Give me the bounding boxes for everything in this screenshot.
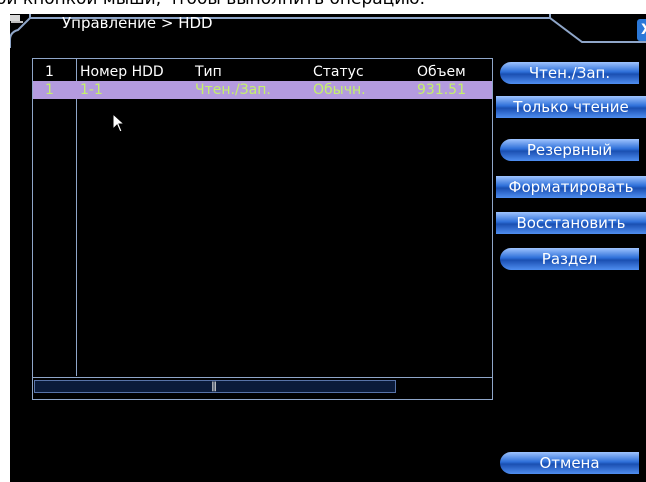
row-size: 931.51	[417, 82, 466, 98]
instruction-caption: ой кнопкой мыши, чтобы выполнить операци…	[0, 0, 646, 14]
partition-button[interactable]: Раздел	[500, 248, 639, 270]
header-status: Статус	[313, 64, 364, 80]
header-index: 1	[45, 64, 54, 80]
close-button[interactable]: X	[637, 19, 646, 41]
row-index: 1	[45, 82, 54, 98]
monitor-icon	[10, 15, 23, 23]
row-status: Обычн.	[313, 82, 366, 98]
window-titlebar: Управление > HDD X	[10, 14, 646, 48]
table-row[interactable]: 1 1-1 Чтен./Зап. Обычн. 931.51	[33, 81, 492, 99]
header-type: Тип	[195, 64, 222, 80]
instruction-text: ой кнопкой мыши, чтобы выполнить операци…	[0, 0, 425, 9]
read-only-button[interactable]: Только чтение	[496, 96, 646, 118]
row-type: Чтен./Зап.	[195, 82, 271, 98]
read-write-button[interactable]: Чтен./Зап.	[500, 62, 639, 84]
header-size: Объем	[417, 64, 466, 80]
scroll-grip-icon: |||	[211, 381, 217, 392]
backup-button[interactable]: Резервный	[500, 139, 639, 161]
row-hdd-number: 1-1	[80, 82, 103, 98]
table-header-row: 1 Номер HDD Тип Статус Объем	[33, 63, 492, 81]
hdd-table: 1 Номер HDD Тип Статус Объем 1 1-1 Чтен.…	[32, 58, 493, 400]
format-button[interactable]: Форматировать	[496, 176, 646, 198]
hdd-management-window: Управление > HDD X 1 Номер HDD Тип Стату…	[10, 14, 646, 482]
mouse-cursor-icon	[112, 113, 126, 133]
restore-button[interactable]: Восстановить	[496, 212, 646, 234]
header-hdd-number: Номер HDD	[80, 64, 164, 80]
cancel-button[interactable]: Отмена	[500, 452, 639, 474]
horizontal-scrollbar[interactable]: |||	[33, 377, 492, 394]
window-title: Управление > HDD	[62, 14, 213, 32]
column-divider	[76, 59, 77, 376]
scrollbar-thumb[interactable]: |||	[34, 380, 396, 393]
